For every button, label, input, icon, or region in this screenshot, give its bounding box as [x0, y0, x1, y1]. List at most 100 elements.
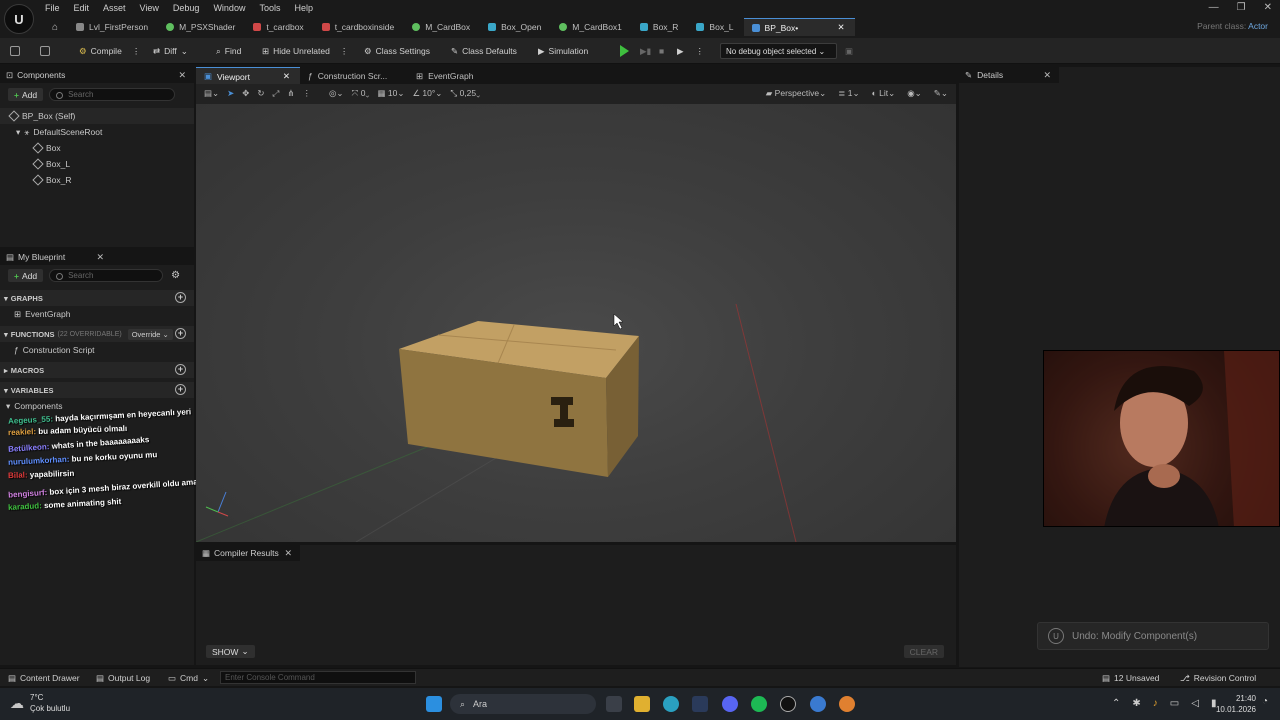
blueprint-search-input[interactable]: Search [49, 269, 164, 282]
tree-item-box[interactable]: Box [0, 140, 194, 156]
play-button[interactable] [620, 38, 629, 64]
show-filter-button[interactable]: SHOW ⌄ [206, 645, 255, 658]
tree-item-self[interactable]: BP_Box (Self) [0, 108, 194, 124]
lit-dropdown[interactable]: ◐ Lit⌄ [872, 88, 896, 99]
rotation-snap-select[interactable]: ∠ 10°⌄ [412, 88, 442, 99]
eject-button[interactable]: ▶ ⋮ [677, 38, 704, 64]
close-icon[interactable]: ✕ [178, 70, 186, 81]
close-icon[interactable]: ✕ [284, 548, 292, 559]
more-icon[interactable]: ⋮ [340, 46, 349, 57]
unreal-logo[interactable]: U [4, 4, 34, 34]
parent-class-link[interactable]: Actor [1248, 21, 1268, 31]
weather-widget[interactable]: ☁ 7°C Çok bulutlu [10, 692, 70, 714]
add-variable-icon[interactable]: + [175, 384, 186, 395]
menu-file[interactable]: File [38, 1, 67, 15]
notifications-icon[interactable]: ◔ [1262, 696, 1268, 707]
tab-t-cardboxinside[interactable]: t_cardboxinside [314, 18, 405, 36]
tab-lvl-firstperson[interactable]: Lvl_FirstPerson [68, 18, 158, 36]
menu-edit[interactable]: Edit [67, 1, 97, 15]
tab-t-cardbox[interactable]: t_cardbox [245, 18, 313, 36]
unsaved-button[interactable]: ▤ 12 Unsaved [1102, 669, 1159, 687]
clock[interactable]: 21:40 10.01.2026 [1212, 693, 1256, 715]
menu-help[interactable]: Help [287, 1, 320, 15]
cmd-dropdown[interactable]: ▭ Cmd ⌄ [168, 669, 209, 687]
tab-m-psxshader[interactable]: M_PSXShader [158, 18, 245, 36]
console-input[interactable]: Enter Console Command [220, 671, 416, 684]
chevron-up-icon[interactable]: ⌃ [1112, 698, 1120, 709]
tab-m-cardbox[interactable]: M_CardBox [404, 18, 480, 36]
tree-item-box-l[interactable]: Box_L [0, 156, 194, 172]
grid-snap-toggle[interactable]: ⤧ 0⌄ [352, 88, 370, 99]
world-local-icon[interactable]: ◎⌄ [329, 88, 344, 99]
add-component-button[interactable]: + Add [8, 88, 44, 101]
class-defaults-button[interactable]: ✎ Class Defaults [451, 38, 517, 64]
override-dropdown[interactable]: Override ⌄ [127, 328, 173, 340]
rotate-icon[interactable]: ↻ [257, 88, 264, 99]
pause-button[interactable]: ▶▮ [640, 38, 651, 64]
discord-icon[interactable] [722, 696, 738, 712]
tree-item-box-r[interactable]: Box_R [0, 172, 194, 188]
macros-section[interactable]: ▸ MACROS + [0, 362, 194, 378]
taskbar-search[interactable]: ⌕ Ara [450, 694, 596, 714]
perspective-dropdown[interactable]: ▰ Perspective⌄ [766, 88, 826, 99]
tab-box-l[interactable]: Box_L [688, 18, 743, 36]
graphs-section[interactable]: ▾ GRAPHS + [0, 290, 194, 306]
scale-icon[interactable]: ⤢ [273, 88, 280, 99]
volume-icon[interactable]: ◁ [1191, 698, 1199, 709]
bluetooth-icon[interactable]: ✱ [1132, 698, 1140, 709]
more-icon[interactable]: ⋮ [696, 46, 705, 57]
network-icon[interactable]: ▭ [1170, 698, 1179, 709]
simulation-button[interactable]: ▶ Simulation [538, 38, 588, 64]
home-tab[interactable]: ⌂ [44, 18, 68, 36]
tab-bp-box[interactable]: BP_Box• ✕ [743, 18, 855, 36]
tree-item-defaultsceneroot[interactable]: ▾ ⚹ DefaultSceneRoot [0, 124, 194, 140]
steam-icon[interactable] [692, 696, 708, 712]
viewport-options-icon[interactable]: ▤⌄ [204, 88, 219, 99]
tab-event-graph[interactable]: ⊞ EventGraph [408, 67, 484, 85]
more-icon[interactable]: ⋮ [302, 88, 311, 99]
unreal-engine-icon[interactable] [780, 696, 796, 712]
menu-asset[interactable]: Asset [96, 1, 133, 15]
tab-m-cardbox1[interactable]: M_CardBox1 [551, 18, 632, 36]
save-button[interactable] [10, 38, 20, 64]
close-window-icon[interactable]: ✕ [1264, 2, 1272, 13]
windows-start-icon[interactable] [426, 696, 442, 712]
menu-view[interactable]: View [133, 1, 166, 15]
expand-icon[interactable]: ▾ [16, 127, 20, 138]
content-drawer-button[interactable]: ▤ Content Drawer [8, 669, 80, 687]
revision-control-button[interactable]: ⎇ Revision Control [1180, 669, 1256, 687]
output-log-button[interactable]: ▤ Output Log [96, 669, 150, 687]
close-icon[interactable]: ✕ [838, 22, 845, 33]
functions-section[interactable]: ▾ FUNCTIONS (22 OVERRIDABLE) Override ⌄ + [0, 326, 194, 342]
tab-box-open[interactable]: Box_Open [480, 18, 551, 36]
task-view-icon[interactable] [606, 696, 622, 712]
translate-icon[interactable]: ✥ [242, 88, 249, 99]
tab-viewport[interactable]: ▣ Viewport ✕ [196, 67, 300, 85]
find-button[interactable]: ⌕ Find [216, 38, 241, 64]
add-macro-icon[interactable]: + [175, 364, 186, 375]
close-icon[interactable]: ✕ [96, 252, 104, 263]
viewport-3d[interactable] [196, 104, 956, 542]
scale-snap-select[interactable]: ⤡ 0,25⌄ [450, 88, 480, 99]
minimize-icon[interactable]: — [1209, 2, 1219, 13]
file-explorer-icon[interactable] [634, 696, 650, 712]
menu-tools[interactable]: Tools [252, 1, 287, 15]
edge-icon[interactable] [663, 696, 679, 712]
close-icon[interactable]: ✕ [283, 71, 290, 82]
debug-find-button[interactable]: ▣ [845, 38, 853, 64]
tab-box-r[interactable]: Box_R [632, 18, 689, 36]
diff-button[interactable]: ⇄ Diff ⌄ [153, 38, 188, 64]
tab-construction-script[interactable]: ƒ Construction Scr... [300, 67, 408, 85]
cardboard-box[interactable] [399, 321, 639, 477]
event-graph-item[interactable]: ⊞ EventGraph [14, 306, 194, 322]
debug-object-select[interactable]: No debug object selected ⌄ [720, 43, 837, 59]
add-graph-icon[interactable]: + [175, 292, 186, 303]
menu-debug[interactable]: Debug [166, 1, 207, 15]
clear-button[interactable]: CLEAR [903, 645, 944, 658]
add-member-button[interactable]: + Add [8, 269, 44, 282]
blender-icon[interactable] [839, 696, 855, 712]
construction-script-item[interactable]: ƒ Construction Script [14, 342, 194, 358]
settings-gear-icon[interactable]: ⚙ [171, 270, 180, 281]
menu-window[interactable]: Window [206, 1, 252, 15]
class-settings-button[interactable]: ⚙ Class Settings [364, 38, 430, 64]
